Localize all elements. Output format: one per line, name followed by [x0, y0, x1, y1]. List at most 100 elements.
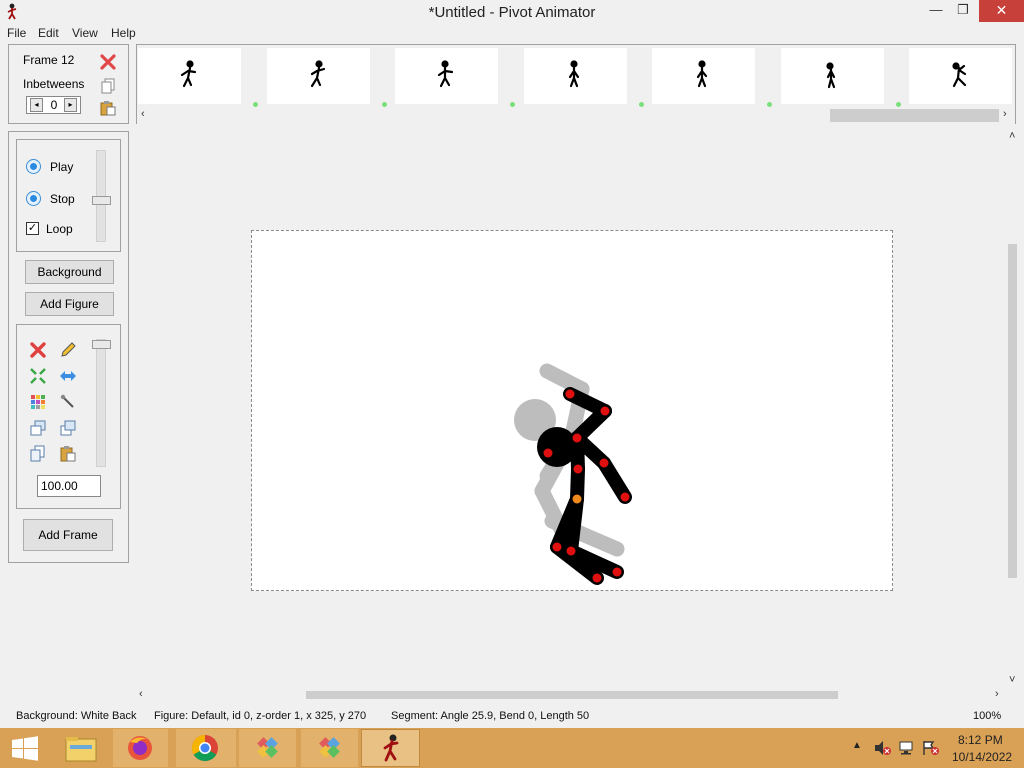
app-diamond-2-taskbar[interactable]	[301, 729, 358, 767]
scale-slider[interactable]	[92, 339, 111, 467]
volume-muted-icon[interactable]	[874, 740, 892, 756]
status-zoom: 100%	[973, 710, 1002, 722]
root-joint-handle[interactable]	[572, 494, 582, 504]
edit-figure-icon[interactable]	[59, 341, 77, 359]
delete-frame-icon[interactable]	[100, 54, 116, 70]
frame-thumbnail[interactable]	[523, 48, 627, 104]
stick-figure-drawing[interactable]	[252, 231, 892, 590]
control-panel: Play Stop ✓ Loop Background Add Figure 1…	[8, 131, 129, 563]
pivot-taskbar-icon[interactable]	[362, 730, 419, 766]
background-button[interactable]: Background	[25, 260, 114, 284]
firefox-icon[interactable]	[113, 729, 168, 767]
animation-canvas[interactable]	[251, 230, 893, 591]
color-figure-icon[interactable]	[29, 393, 47, 411]
speed-slider-knob[interactable]	[92, 196, 111, 205]
frame-number-label: Frame 12	[23, 53, 75, 67]
pivot-animator-taskbar[interactable]	[361, 729, 420, 767]
status-figure: Figure: Default, id 0, z-order 1, x 325,…	[154, 710, 367, 722]
stick-figure-head[interactable]	[537, 427, 577, 467]
inbetweens-value[interactable]: 0	[45, 98, 63, 112]
taskbar: ▲ 8:12 PM 10/14/2022	[0, 728, 1024, 768]
send-back-icon[interactable]	[59, 419, 77, 437]
figure-tools-panel: 100.00	[16, 324, 121, 509]
status-background: Background: White Back	[16, 710, 137, 722]
firefox-taskbar[interactable]	[113, 729, 168, 767]
canvas-horizontal-scroll-thumb[interactable]	[306, 691, 838, 699]
app-diamond-2-icon[interactable]	[301, 729, 358, 767]
scale-input[interactable]: 100.00	[37, 475, 101, 497]
canvas-scroll-left-arrow-icon[interactable]: ‹	[139, 688, 143, 700]
scroll-down-arrow-icon[interactable]: ˅	[1009, 674, 1015, 686]
frame-thumbnail[interactable]	[780, 48, 884, 104]
frame-thumbnail-figure	[437, 60, 454, 88]
frame-thumbnail-figure	[696, 60, 708, 88]
title-bar: *Untitled - Pivot Animator — ❐ ✕	[0, 0, 1024, 24]
inbetweens-stepper[interactable]: ◂ 0 ▸	[26, 96, 81, 114]
scale-slider-knob[interactable]	[92, 340, 111, 349]
center-figure-icon[interactable]	[29, 367, 47, 385]
file-explorer-taskbar[interactable]	[52, 729, 110, 767]
inbetweens-label: Inbetweens	[23, 77, 85, 91]
add-frame-button[interactable]: Add Frame	[23, 519, 113, 551]
frame-thumbnail-figure	[568, 60, 579, 88]
close-button[interactable]: ✕	[979, 0, 1024, 22]
menu-edit[interactable]: Edit	[38, 26, 59, 40]
pick-tool-icon[interactable]	[59, 393, 77, 411]
frame-thumbnail[interactable]	[138, 48, 241, 104]
canvas-vertical-scroll-thumb[interactable]	[1008, 244, 1017, 578]
app-diamond-1-icon[interactable]	[239, 729, 296, 767]
frame-thumbnail[interactable]	[652, 48, 755, 104]
windows-logo-icon[interactable]	[0, 729, 50, 767]
filmstrip-scroll-thumb[interactable]	[830, 109, 999, 122]
delete-figure-icon[interactable]	[29, 341, 47, 359]
frame-thumbnail[interactable]	[266, 48, 370, 104]
menu-bar: File Edit View Help	[0, 24, 1024, 42]
minimize-button[interactable]: —	[922, 0, 950, 22]
frame-thumbnail-figure	[180, 60, 197, 88]
flip-figure-icon[interactable]	[59, 367, 77, 385]
folder-icon[interactable]	[52, 729, 110, 767]
speed-slider[interactable]	[92, 150, 111, 242]
stepper-increase-button[interactable]: ▸	[64, 98, 77, 112]
status-segment: Segment: Angle 25.9, Bend 0, Length 50	[391, 710, 590, 722]
paste-icon[interactable]	[100, 100, 116, 116]
play-label: Play	[50, 160, 74, 174]
network-icon[interactable]	[898, 740, 916, 756]
frame-thumbnail-figure	[825, 62, 835, 89]
chrome-icon[interactable]	[176, 729, 236, 767]
maximize-button[interactable]: ❐	[950, 0, 976, 22]
playback-panel: Play Stop ✓ Loop	[16, 139, 121, 252]
canvas-vertical-scrollbar[interactable]: ˄ ˅	[1006, 130, 1024, 688]
paste-figure-icon[interactable]	[59, 445, 77, 463]
stop-radio-icon[interactable]	[26, 191, 41, 206]
copy-figure-icon[interactable]	[29, 445, 47, 463]
start-button[interactable]	[0, 729, 50, 767]
filmstrip-scrollbar[interactable]: ‹ ›	[137, 107, 1015, 124]
chrome-taskbar[interactable]	[176, 729, 236, 767]
loop-label: Loop	[46, 222, 73, 236]
clock-date[interactable]: 10/14/2022	[952, 750, 1012, 764]
frame-thumbnail[interactable]	[395, 48, 498, 104]
bring-front-icon[interactable]	[29, 419, 47, 437]
frame-info-panel: Frame 12 Inbetweens ◂ 0 ▸	[8, 44, 129, 124]
action-center-icon[interactable]	[922, 740, 940, 756]
menu-view[interactable]: View	[72, 26, 98, 40]
menu-help[interactable]: Help	[111, 26, 136, 40]
canvas-scroll-right-arrow-icon[interactable]: ›	[995, 688, 999, 700]
stepper-decrease-button[interactable]: ◂	[30, 98, 43, 112]
scroll-right-arrow-icon[interactable]: ›	[1003, 108, 1007, 120]
add-figure-button[interactable]: Add Figure	[25, 292, 114, 316]
app-diamond-1-taskbar[interactable]	[239, 729, 296, 767]
frame-thumbnail-figure	[952, 62, 967, 88]
stop-label: Stop	[50, 192, 75, 206]
scroll-left-arrow-icon[interactable]: ‹	[141, 108, 145, 120]
show-hidden-icons-icon[interactable]: ▲	[852, 740, 862, 751]
copy-icon[interactable]	[101, 78, 115, 94]
play-radio-icon[interactable]	[26, 159, 41, 174]
canvas-horizontal-scrollbar[interactable]: ‹ ›	[136, 688, 1006, 702]
loop-checkbox[interactable]: ✓	[26, 222, 39, 235]
scroll-up-arrow-icon[interactable]: ˄	[1009, 130, 1015, 142]
clock-time[interactable]: 8:12 PM	[958, 733, 1003, 747]
menu-file[interactable]: File	[7, 26, 26, 40]
frame-thumbnail[interactable]	[909, 48, 1012, 104]
